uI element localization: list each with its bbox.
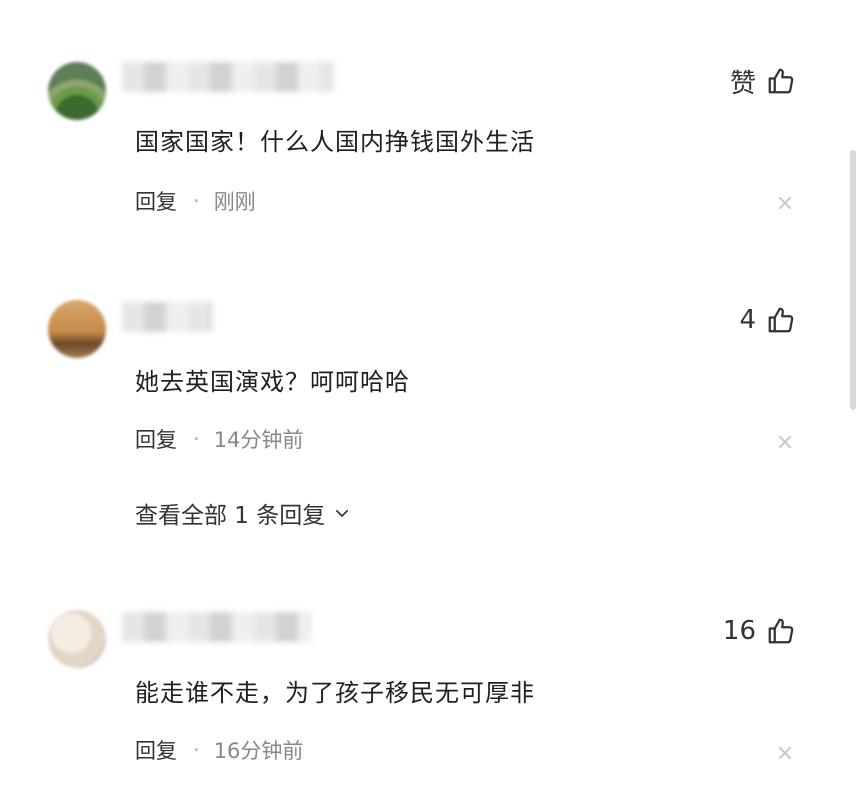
- reply-button[interactable]: 回复: [135, 735, 177, 765]
- username-blurred[interactable]: [122, 62, 334, 92]
- timestamp: 16分钟前: [213, 739, 304, 763]
- timestamp: 14分钟前: [213, 428, 304, 452]
- thumbs-up-icon: [768, 307, 794, 333]
- thumbs-up-icon: [768, 68, 794, 94]
- comment-text: 国家国家！什么人国内挣钱国外生活: [135, 128, 535, 156]
- scrollbar[interactable]: [850, 150, 856, 410]
- like-button[interactable]: 赞: [729, 64, 796, 99]
- separator-dot: ·: [193, 189, 200, 213]
- comment-meta: 回复 · 刚刚: [135, 186, 256, 216]
- separator-dot: ·: [193, 427, 200, 451]
- view-all-replies-label: 查看全部 1 条回复: [135, 503, 326, 529]
- reply-button[interactable]: 回复: [135, 424, 177, 454]
- separator-dot: ·: [193, 738, 200, 762]
- comment-meta: 回复 · 16分钟前: [135, 735, 303, 765]
- like-count: 16: [722, 616, 756, 646]
- like-button[interactable]: 16: [723, 614, 796, 648]
- avatar[interactable]: [48, 300, 106, 358]
- view-all-replies-link[interactable]: 查看全部 1 条回复: [135, 496, 351, 530]
- close-icon[interactable]: [778, 196, 792, 210]
- username-blurred[interactable]: [122, 612, 312, 642]
- close-icon[interactable]: [778, 746, 792, 760]
- reply-button[interactable]: 回复: [135, 186, 177, 216]
- comment-text: 能走谁不走，为了孩子移民无可厚非: [135, 679, 535, 707]
- comment-meta: 回复 · 14分钟前: [135, 424, 303, 454]
- comment-text: 她去英国演戏？呵呵哈哈: [135, 368, 410, 396]
- timestamp: 刚刚: [213, 190, 256, 214]
- username-blurred[interactable]: [122, 302, 212, 332]
- avatar[interactable]: [48, 62, 106, 120]
- thumbs-up-icon: [768, 618, 794, 644]
- close-icon[interactable]: [778, 435, 792, 449]
- like-count: 赞: [729, 68, 756, 99]
- like-count: 4: [739, 305, 756, 335]
- like-button[interactable]: 4: [739, 303, 796, 337]
- avatar[interactable]: [48, 610, 106, 668]
- chevron-down-icon: [336, 509, 349, 517]
